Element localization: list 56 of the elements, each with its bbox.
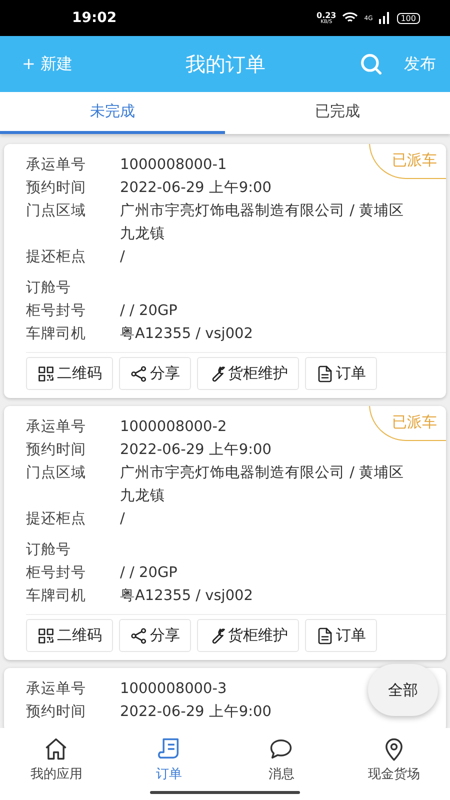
field-value: 2022-06-29 上午9:00: [120, 180, 272, 196]
qr-code-icon: [37, 626, 55, 644]
field-value: 1000008000-3: [120, 681, 227, 697]
field-value: 粤A12355 / vsj002: [120, 326, 253, 342]
field-label: 承运单号: [26, 156, 87, 175]
field-label: 提还柜点: [26, 248, 87, 267]
page-title: 我的订单: [184, 50, 266, 78]
action-button[interactable]: 订单: [305, 619, 377, 652]
status-tag: 已派车: [369, 406, 446, 441]
field-value: /: [120, 511, 125, 527]
status-time: 19:02: [72, 10, 118, 26]
field-label: 车牌司机: [26, 325, 87, 344]
field-label: 预约时间: [26, 441, 87, 460]
field-value: 2022-06-29 上午9:00: [120, 442, 272, 458]
field-value: / / 20GP: [120, 565, 178, 581]
share-icon: [130, 626, 148, 644]
field-label: 门点区域: [26, 202, 87, 221]
field-label: 车牌司机: [26, 587, 87, 606]
action-button[interactable]: 货柜维护: [197, 357, 299, 390]
battery-level: 100: [396, 12, 420, 24]
action-button[interactable]: 二维码: [26, 357, 113, 390]
tab[interactable]: 已完成: [225, 92, 450, 134]
field-label: 提还柜点: [26, 510, 87, 529]
action-button[interactable]: 订单: [305, 357, 377, 390]
field-label: 承运单号: [26, 418, 87, 437]
field-label: 订舱号: [26, 541, 72, 560]
field-value: / / 20GP: [120, 303, 178, 319]
field-value: /: [120, 249, 125, 265]
field-label: 柜号封号: [26, 564, 87, 583]
document-icon: [316, 626, 334, 644]
field-label: 柜号封号: [26, 302, 87, 321]
field-label: 预约时间: [26, 179, 87, 198]
action-button[interactable]: 分享: [119, 619, 191, 652]
action-button[interactable]: 分享: [119, 357, 191, 390]
signal-icon: [378, 12, 391, 24]
document-icon: [316, 364, 334, 382]
field-label: 承运单号: [26, 680, 87, 699]
field-value: 广州市宇亮灯饰电器制造有限公司 / 黄埔区九龙镇: [120, 465, 404, 504]
share-icon: [130, 364, 148, 382]
field-value: 1000008000-2: [120, 419, 227, 435]
qr-code-icon: [37, 364, 55, 382]
status-tag: 已派车: [369, 144, 446, 179]
field-value: 2022-06-29 上午9:00: [120, 704, 272, 720]
field-value: 广州市宇亮灯饰电器制造有限公司 / 黄埔区九龙镇: [120, 203, 404, 242]
field-value: 1000008000-1: [120, 157, 227, 173]
home-icon: [43, 736, 70, 762]
field-label: 预约时间: [26, 703, 87, 722]
wifi-icon: [342, 12, 358, 24]
field-label: 门点区域: [26, 464, 87, 483]
field-value: 粤A12355 / vsj002: [120, 588, 253, 604]
field-label: 订舱号: [26, 279, 72, 298]
network-speed: 0.23: [316, 12, 336, 20]
action-button[interactable]: 货柜维护: [197, 619, 299, 652]
search-icon[interactable]: [358, 51, 384, 77]
tab[interactable]: 未完成: [0, 92, 225, 134]
action-button[interactable]: 二维码: [26, 619, 113, 652]
